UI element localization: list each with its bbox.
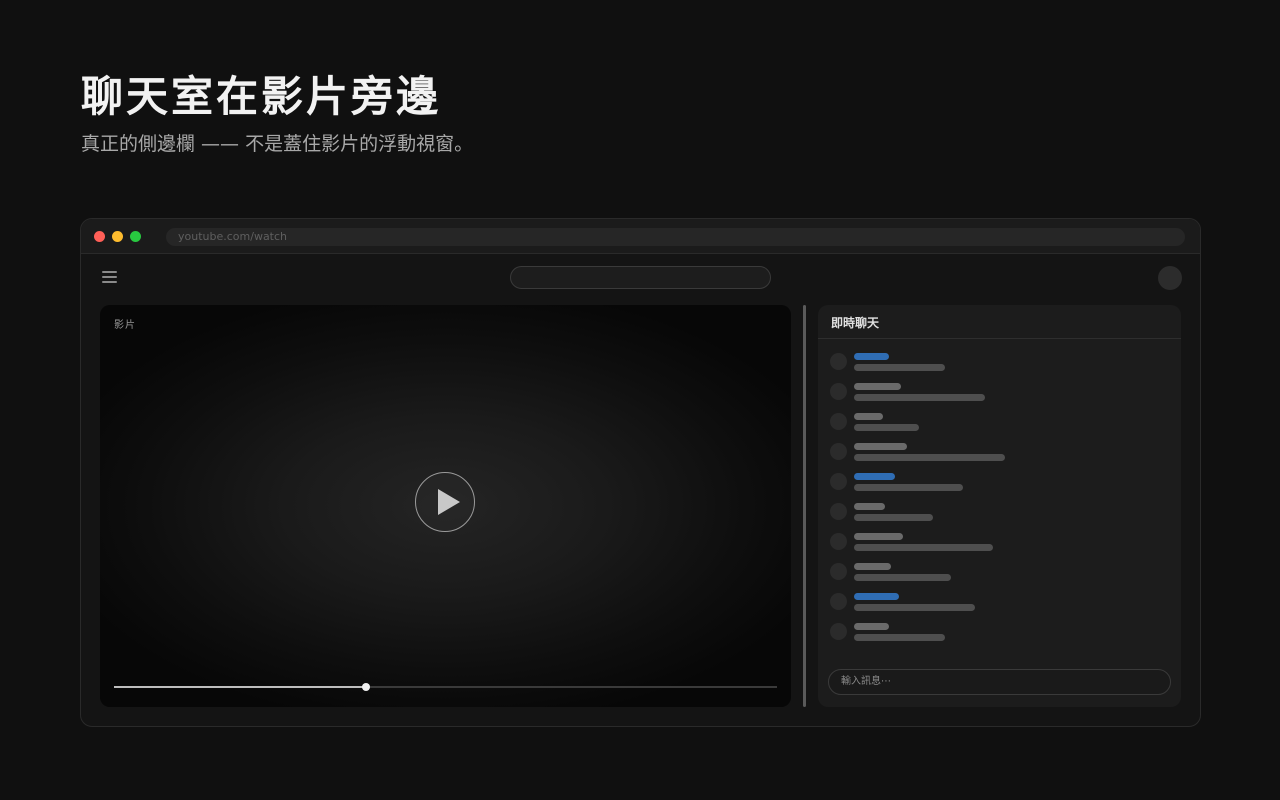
chat-avatar [830,473,847,490]
chat-message-text [854,394,985,401]
chat-avatar [830,533,847,550]
chat-message-text [854,454,1005,461]
chat-avatar [830,413,847,430]
chat-avatar [830,443,847,460]
avatar[interactable] [1158,266,1182,290]
chat-message-input[interactable]: 輸入訊息⋯ [828,669,1171,695]
chat-username [854,563,891,570]
browser-titlebar: youtube.com/watch [81,219,1200,254]
chat-message [830,503,1160,525]
chat-avatar [830,623,847,640]
chat-sidebar: 即時聊天 輸入訊息⋯ [818,305,1181,707]
minimize-window-button[interactable] [112,231,123,242]
chat-title: 即時聊天 [818,305,1181,339]
video-scrubber-handle[interactable] [361,683,370,691]
chat-message [830,563,1160,585]
video-progress-fill [114,686,366,688]
chat-username [854,443,907,450]
chat-username [854,503,885,510]
chat-username [854,473,895,480]
address-bar[interactable]: youtube.com/watch [166,228,1185,246]
chat-message [830,443,1160,465]
chat-message [830,473,1160,495]
chat-message-text [854,424,919,431]
maximize-window-button[interactable] [130,231,141,242]
chat-message-text [854,514,933,521]
video-label: 影片 [114,320,136,331]
chat-avatar [830,383,847,400]
chat-avatar [830,503,847,520]
sidebar-resize-handle[interactable] [803,305,806,707]
chat-avatar [830,593,847,610]
browser-window: youtube.com/watch 影片 即時聊天 輸入訊息⋯ [80,218,1201,727]
chat-username [854,623,889,630]
video-player[interactable]: 影片 [100,305,791,707]
chat-message-text [854,574,951,581]
chat-message [830,413,1160,435]
chat-message [830,383,1160,405]
close-window-button[interactable] [94,231,105,242]
chat-message-text [854,364,945,371]
chat-username [854,413,883,420]
hero-title: 聊天室在影片旁邊 [81,72,442,121]
chat-username [854,533,903,540]
chat-message [830,623,1160,645]
chat-message-text [854,634,945,641]
chat-message-text [854,544,993,551]
chat-message-text [854,604,975,611]
chat-username [854,383,901,390]
hero-subtitle: 真正的側邊欄 —— 不是蓋住影片的浮動視窗。 [81,133,474,155]
video-progress-bar[interactable] [114,683,777,691]
play-button[interactable] [415,472,475,532]
chat-username [854,353,889,360]
chat-avatar [830,563,847,580]
search-input[interactable] [510,266,771,289]
chat-username [854,593,899,600]
play-icon [438,489,460,515]
hamburger-icon[interactable] [102,271,117,283]
chat-avatar [830,353,847,370]
chat-message-text [854,484,963,491]
chat-message [830,533,1160,555]
chat-message [830,593,1160,615]
chat-message [830,353,1160,375]
